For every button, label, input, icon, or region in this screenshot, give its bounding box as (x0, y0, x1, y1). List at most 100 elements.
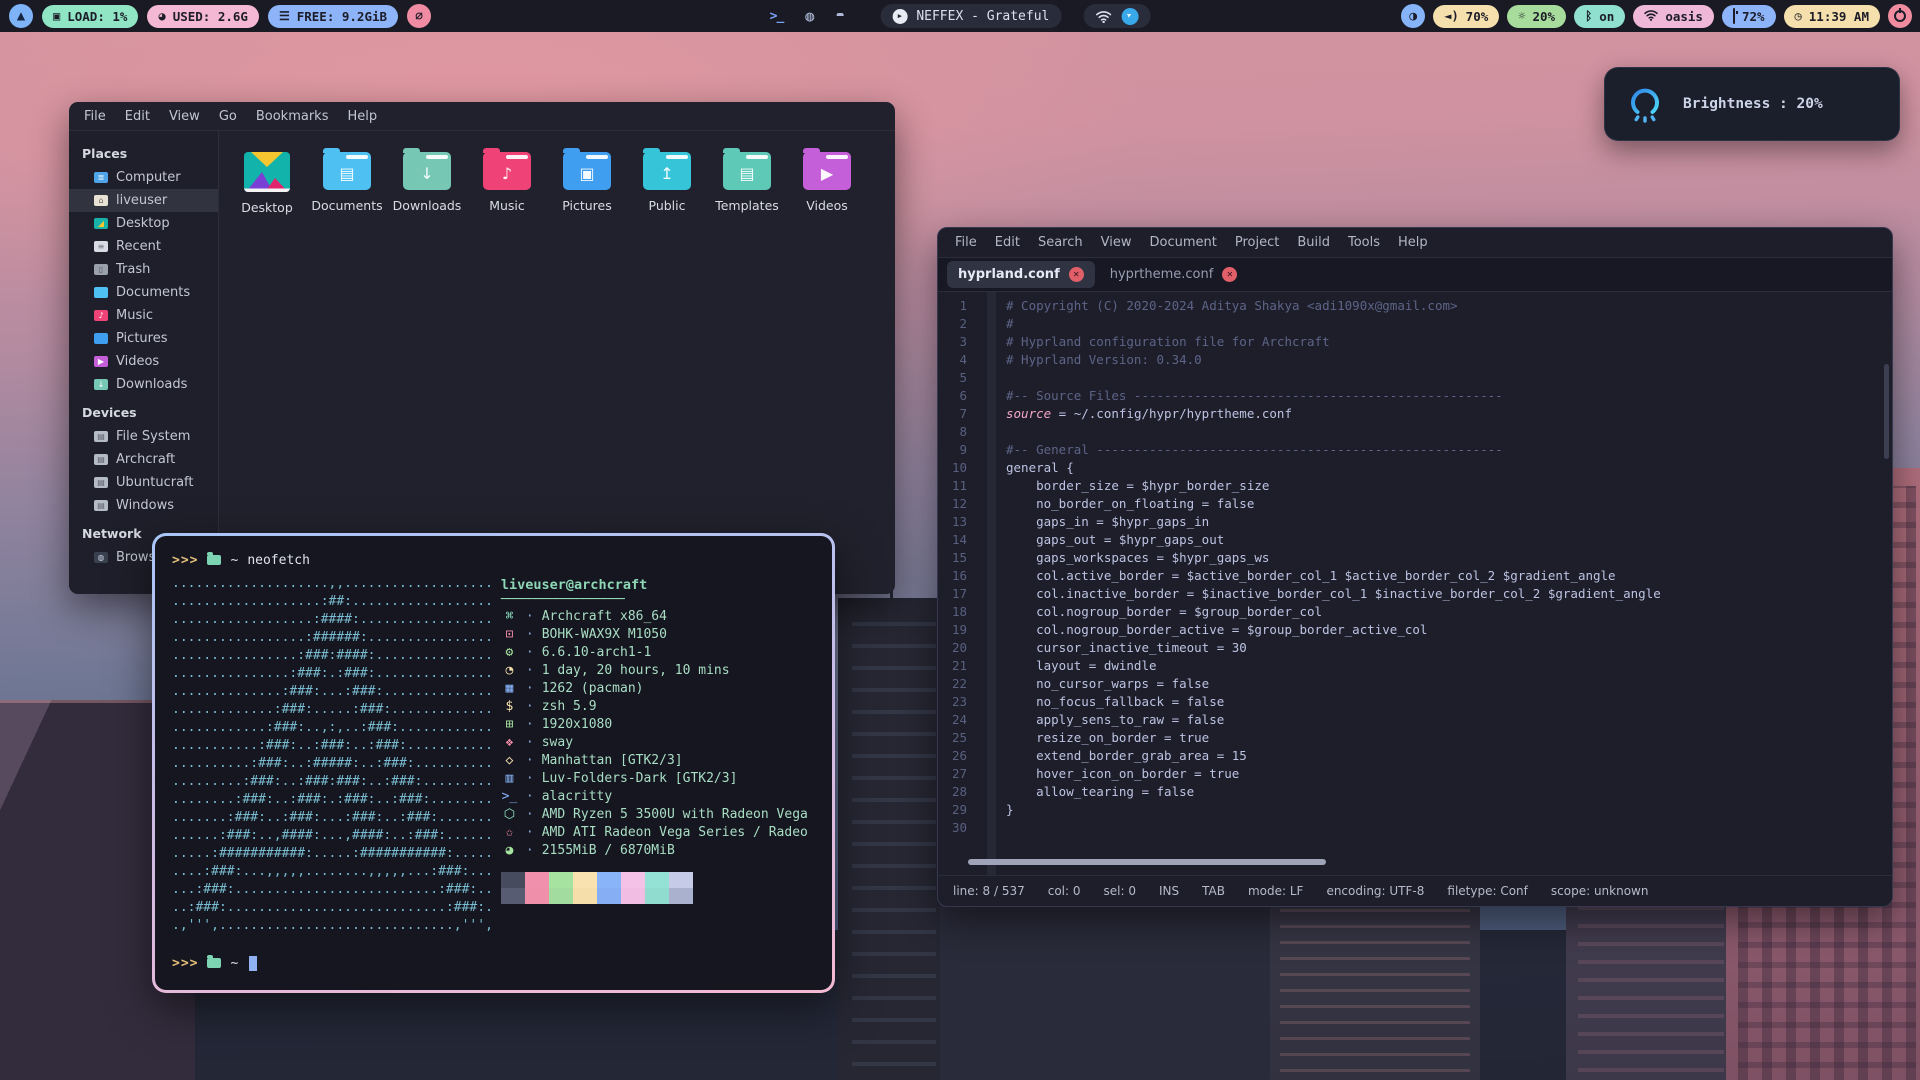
fm-folder-templates[interactable]: ▤Templates (711, 148, 783, 213)
palette-button[interactable]: ◑ (1401, 4, 1425, 28)
fm-folder-public[interactable]: ↥Public (631, 148, 703, 213)
editor-menu-search[interactable]: Search (1038, 235, 1083, 250)
pie-icon: ◕ (158, 10, 165, 22)
line-number: 27 (938, 765, 979, 783)
windows-icon: ▤ (94, 500, 108, 511)
line-text: col.nogroup_border_active = $group_borde… (979, 621, 1427, 639)
tray-widget[interactable]: ➤ (1083, 4, 1150, 28)
battery-pill[interactable]: 72% (1722, 5, 1776, 28)
power-button[interactable] (1888, 4, 1912, 28)
sidebar-item-trash[interactable]: ▯Trash (69, 258, 218, 281)
brightness-pill[interactable]: ☼20% (1507, 5, 1566, 28)
code-line-24: 24 apply_sens_to_raw = false (938, 711, 1892, 729)
fm-menu-view[interactable]: View (169, 109, 200, 124)
line-text: col.active_border = $active_border_col_1… (979, 567, 1616, 585)
palette-icon: ◑ (1409, 9, 1417, 24)
fm-menu-help[interactable]: Help (347, 109, 377, 124)
sidebar-item-recent[interactable]: ≡Recent (69, 235, 218, 258)
fm-folder-desktop[interactable]: Desktop (231, 148, 303, 215)
line-text: #-- General ----------------------------… (979, 441, 1503, 459)
sidebar-item-label: Pictures (116, 331, 167, 346)
sidebar-item-windows[interactable]: ▤Windows (69, 494, 218, 517)
telegram-icon[interactable]: ➤ (1121, 8, 1138, 25)
horizontal-scrollbar[interactable] (968, 859, 1326, 865)
sidebar-item-music[interactable]: ♪Music (69, 304, 218, 327)
palette-swatch (525, 888, 549, 904)
fm-folder-music[interactable]: ♪Music (471, 148, 543, 213)
file-manager-menubar: File Edit View Go Bookmarks Help (69, 102, 895, 131)
arch-logo-button[interactable]: ▲ (9, 4, 33, 28)
music-player-widget[interactable]: ▶ NEFFEX - Grateful (880, 4, 1061, 28)
code-line-8: 8 (938, 423, 1892, 441)
editor-menu-document[interactable]: Document (1149, 235, 1216, 250)
volume-pill-label: 70% (1466, 9, 1489, 24)
editor-menu-edit[interactable]: Edit (995, 235, 1020, 250)
browser-launcher-icon[interactable]: ◍ (805, 7, 814, 25)
top-bar: ▲ ▣LOAD: 1% ◕USED: 2.6G ☰FREE: 9.2GiB ⌀ >_… (0, 0, 1920, 32)
fm-menu-bookmarks[interactable]: Bookmarks (256, 109, 329, 124)
editor-tab-hyprland-conf[interactable]: hyprland.conf✕ (947, 261, 1095, 288)
code-line-21: 21 layout = dwindle (938, 657, 1892, 675)
sidebar-item-label: Trash (116, 262, 150, 277)
pie-pill[interactable]: ◕USED: 2.6G (147, 5, 259, 28)
code-line-3: 3# Hyprland configuration file for Archc… (938, 333, 1892, 351)
fm-menu-edit[interactable]: Edit (125, 109, 150, 124)
chart-pill[interactable]: ▣LOAD: 1% (42, 5, 138, 28)
tab-close-icon[interactable]: ✕ (1069, 267, 1084, 282)
fm-folder-label: Downloads (393, 198, 462, 213)
editor-menu-help[interactable]: Help (1398, 235, 1428, 250)
editor-menu-view[interactable]: View (1101, 235, 1132, 250)
wifi-pill[interactable]: oasis (1633, 5, 1714, 28)
editor-menu-file[interactable]: File (955, 235, 977, 250)
memory-icon: ◕ (501, 843, 518, 858)
editor-menu-build[interactable]: Build (1297, 235, 1330, 250)
neofetch-value: alacritty (542, 789, 612, 804)
sidebar-item-pictures[interactable]: Pictures (69, 327, 218, 350)
editor-tabbar: hyprland.conf✕ hyprtheme.conf ✕ (938, 257, 1892, 292)
sidebar-item-documents[interactable]: Documents (69, 281, 218, 304)
sidebar-item-ubuntucraft[interactable]: ▤Ubuntucraft (69, 471, 218, 494)
bullet: · (526, 807, 534, 822)
neofetch-row-icons: ▥·Luv-Folders-Dark [GTK2/3] (501, 769, 815, 787)
vertical-scrollbar[interactable] (1884, 364, 1889, 459)
sidebar-item-archcraft[interactable]: ▤Archcraft (69, 448, 218, 471)
sidebar-item-computer[interactable]: ≣Computer (69, 166, 218, 189)
eye-toggle-button[interactable]: ⌀ (407, 4, 431, 28)
tab-label: hyprtheme.conf (1110, 267, 1214, 282)
tab-close-icon[interactable]: ✕ (1222, 267, 1237, 282)
brightness-notification[interactable]: Brightness : 20% (1604, 67, 1900, 141)
editor-tab-hyprtheme-conf[interactable]: hyprtheme.conf ✕ (1099, 261, 1249, 288)
terminal-launcher-icon[interactable]: >_ (770, 9, 784, 24)
clock-pill[interactable]: ◷11:39 AM (1784, 5, 1880, 28)
fm-folder-pictures[interactable]: ▣Pictures (551, 148, 623, 213)
fm-folder-downloads[interactable]: ↓Downloads (391, 148, 463, 213)
terminal-body[interactable]: >>> ~ neofetch ....................,,...… (155, 536, 832, 990)
shell-icon: $ (501, 699, 518, 714)
database-pill[interactable]: ☰FREE: 9.2GiB (268, 5, 398, 28)
neofetch-row-host: ⊡·BOHK-WAX9X M1050 (501, 625, 815, 643)
sidebar-item-downloads[interactable]: ↓Downloads (69, 373, 218, 396)
sidebar-item-file-system[interactable]: ▤File System (69, 425, 218, 448)
sidebar-item-liveuser[interactable]: ⌂liveuser (69, 189, 218, 212)
editor-menu-tools[interactable]: Tools (1348, 235, 1380, 250)
bluetooth-icon: ᛒ (1585, 10, 1592, 22)
editor-menu-project[interactable]: Project (1235, 235, 1279, 250)
neofetch-value: 2155MiB / 6870MiB (542, 843, 675, 858)
editor-code-area[interactable]: 1# Copyright (C) 2020-2024 Aditya Shakya… (938, 292, 1892, 875)
fm-menu-file[interactable]: File (84, 109, 106, 124)
ubuntucraft-icon: ▤ (94, 477, 108, 488)
fm-folder-videos[interactable]: ▶Videos (791, 148, 863, 213)
bluetooth-pill[interactable]: ᛒon (1574, 5, 1625, 28)
palette-swatch (549, 872, 573, 888)
bullet: · (526, 771, 534, 786)
prompt-command: neofetch (247, 553, 310, 568)
volume-pill[interactable]: ◄)70% (1433, 5, 1499, 28)
sidebar-item-videos[interactable]: ▶Videos (69, 350, 218, 373)
bullet: · (526, 627, 534, 642)
neofetch-row-terminal: >_·alacritty (501, 787, 815, 805)
fm-folder-documents[interactable]: ▤Documents (311, 148, 383, 213)
fm-menu-go[interactable]: Go (219, 109, 237, 124)
brightness-pill-label: 20% (1532, 9, 1555, 24)
sidebar-item-desktop[interactable]: ◢Desktop (69, 212, 218, 235)
neofetch-row-resolution: ⊞·1920x1080 (501, 715, 815, 733)
